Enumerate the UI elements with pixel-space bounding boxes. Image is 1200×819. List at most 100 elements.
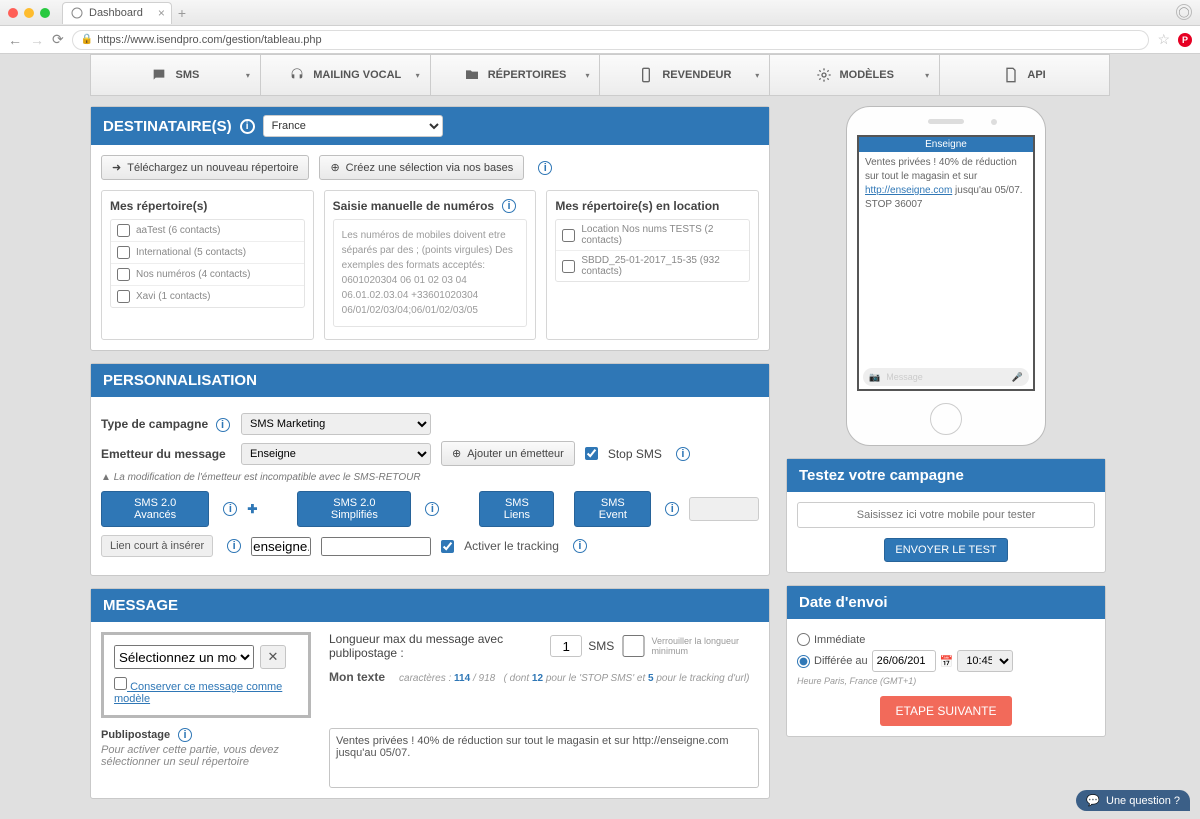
window-controls bbox=[8, 8, 50, 18]
info-icon[interactable]: i bbox=[538, 161, 552, 175]
phone-preview: Enseigne Ventes privées ! 40% de réducti… bbox=[846, 106, 1046, 446]
new-tab-button[interactable]: + bbox=[178, 5, 186, 21]
plus-icon[interactable]: ✚ bbox=[247, 502, 257, 516]
info-icon[interactable]: i bbox=[227, 539, 241, 553]
checkbox[interactable] bbox=[114, 677, 127, 690]
length-input[interactable] bbox=[550, 635, 582, 657]
nav-label: MODÈLES bbox=[840, 69, 894, 81]
lock-checkbox[interactable] bbox=[620, 635, 647, 657]
checkbox[interactable] bbox=[117, 290, 130, 303]
lien-input-2[interactable] bbox=[321, 537, 431, 556]
info-icon[interactable]: i bbox=[240, 119, 255, 134]
nav-reload-icon[interactable]: ⟳ bbox=[52, 31, 64, 48]
sms-body: Ventes privées ! 40% de réduction sur to… bbox=[859, 152, 1033, 216]
info-icon[interactable]: i bbox=[502, 199, 516, 213]
sms-liens-button[interactable]: SMS Liens bbox=[479, 491, 554, 527]
window-min-icon[interactable] bbox=[24, 8, 34, 18]
sms20-avances-button[interactable]: SMS 2.0 Avancés bbox=[101, 491, 209, 527]
nav-revendeur[interactable]: REVENDEUR ▾ bbox=[600, 54, 770, 96]
checkbox[interactable] bbox=[562, 229, 575, 242]
nav-label: RÉPERTOIRES bbox=[488, 69, 567, 81]
help-chat-button[interactable]: 💬 Une question ? bbox=[1076, 790, 1190, 811]
nav-modeles[interactable]: MODÈLES ▾ bbox=[770, 54, 940, 96]
window-max-icon[interactable] bbox=[40, 8, 50, 18]
stop-sms-checkbox[interactable] bbox=[585, 447, 598, 460]
event-field[interactable] bbox=[689, 497, 759, 521]
panel-destinataires: DESTINATAIRE(S) i France ➜ Téléchargez u… bbox=[90, 106, 770, 351]
phone-icon bbox=[638, 67, 654, 83]
tracking-checkbox[interactable] bbox=[441, 540, 454, 553]
checkbox[interactable] bbox=[562, 260, 575, 273]
caret-down-icon: ▾ bbox=[246, 71, 250, 80]
url-text: https://www.isendpro.com/gestion/tableau… bbox=[97, 34, 321, 46]
list-item[interactable]: SBDD_25-01-2017_15-35 (932 contacts) bbox=[556, 251, 749, 281]
url-field[interactable]: 🔒 https://www.isendpro.com/gestion/table… bbox=[72, 30, 1150, 50]
radio-differee[interactable] bbox=[797, 655, 810, 668]
info-icon[interactable]: i bbox=[573, 539, 587, 553]
clear-model-button[interactable]: ✕ bbox=[260, 645, 286, 669]
list-item[interactable]: International (5 contacts) bbox=[111, 242, 304, 264]
list-item[interactable]: Xavi (1 contacts) bbox=[111, 286, 304, 307]
nav-forward-icon[interactable]: → bbox=[30, 32, 44, 48]
next-step-button[interactable]: ETAPE SUIVANTE bbox=[880, 696, 1013, 726]
list-item[interactable]: aaTest (6 contacts) bbox=[111, 220, 304, 242]
browser-tab[interactable]: Dashboard × bbox=[62, 2, 172, 24]
checkbox[interactable] bbox=[117, 246, 130, 259]
info-icon[interactable]: i bbox=[676, 447, 690, 461]
nav-repertoires[interactable]: RÉPERTOIRES ▾ bbox=[431, 54, 601, 96]
nav-mailing-vocal[interactable]: MAILING VOCAL ▾ bbox=[261, 54, 431, 96]
nav-sms[interactable]: SMS ▾ bbox=[90, 54, 261, 96]
send-test-button[interactable]: ENVOYER LE TEST bbox=[884, 538, 1007, 562]
folder-icon bbox=[464, 67, 480, 83]
checkbox[interactable] bbox=[117, 224, 130, 237]
info-icon[interactable]: i bbox=[223, 502, 237, 516]
test-mobile-input[interactable] bbox=[797, 502, 1095, 528]
model-select[interactable]: Sélectionnez un modèle bbox=[114, 645, 254, 669]
list-item[interactable]: Location Nos nums TESTS (2 contacts) bbox=[556, 220, 749, 251]
sms20-simplifies-button[interactable]: SMS 2.0 Simplifiés bbox=[297, 491, 411, 527]
checkbox[interactable] bbox=[117, 268, 130, 281]
caret-down-icon: ▾ bbox=[585, 71, 589, 80]
list-item[interactable]: Nos numéros (4 contacts) bbox=[111, 264, 304, 286]
nav-label: SMS bbox=[175, 69, 199, 81]
box-location: Mes répertoire(s) en location Location N… bbox=[546, 190, 759, 340]
phone-home-button bbox=[930, 403, 962, 435]
date-input[interactable] bbox=[872, 650, 936, 672]
window-close-icon[interactable] bbox=[8, 8, 18, 18]
panel-title: PERSONNALISATION bbox=[103, 372, 257, 389]
nav-api[interactable]: API bbox=[940, 54, 1110, 96]
profile-icon[interactable]: ◯ bbox=[1176, 4, 1192, 20]
panel-title: DESTINATAIRE(S) bbox=[103, 118, 232, 135]
browser-address-bar: ← → ⟳ 🔒 https://www.isendpro.com/gestion… bbox=[0, 26, 1200, 54]
bookmark-star-icon[interactable]: ☆ bbox=[1157, 31, 1170, 48]
emetteur-select[interactable]: Enseigne bbox=[241, 443, 431, 465]
char-counter: caractères : 114 / 918 ( dont 12 pour le… bbox=[399, 673, 749, 684]
tab-title: Dashboard bbox=[89, 7, 143, 19]
sms-event-button[interactable]: SMS Event bbox=[574, 491, 651, 527]
lien-input[interactable] bbox=[251, 537, 311, 556]
phone-speaker-icon bbox=[928, 119, 964, 124]
phone-input-bar: 📷 Message 🎤 bbox=[863, 368, 1029, 386]
browser-tabstrip: Dashboard × + ◯ bbox=[0, 0, 1200, 26]
label-emetteur: Emetteur du message bbox=[101, 447, 231, 461]
panel-title: Date d'envoi bbox=[799, 594, 888, 611]
create-selection-button[interactable]: ⊕ Créez une sélection via nos bases bbox=[319, 155, 524, 180]
time-select[interactable]: 10:45 bbox=[957, 650, 1013, 672]
box-title: Saisie manuelle de numéros bbox=[333, 199, 494, 213]
tab-close-icon[interactable]: × bbox=[158, 6, 165, 20]
upload-repertoire-button[interactable]: ➜ Téléchargez un nouveau répertoire bbox=[101, 155, 309, 180]
document-icon bbox=[1003, 67, 1019, 83]
info-icon[interactable]: i bbox=[216, 418, 230, 432]
nav-back-icon[interactable]: ← bbox=[8, 32, 22, 48]
type-select[interactable]: SMS Marketing bbox=[241, 413, 431, 435]
message-textarea[interactable]: Ventes privées ! 40% de réduction sur to… bbox=[329, 728, 759, 788]
calendar-icon[interactable]: 📅 bbox=[940, 655, 954, 668]
add-emetteur-button[interactable]: ⊕Ajouter un émetteur bbox=[441, 441, 575, 466]
info-icon[interactable]: i bbox=[425, 502, 439, 516]
info-icon[interactable]: i bbox=[665, 502, 679, 516]
country-select[interactable]: France bbox=[263, 115, 443, 137]
save-model-link[interactable]: Conserver ce message comme modèle bbox=[114, 677, 298, 705]
info-icon[interactable]: i bbox=[178, 728, 192, 742]
pinterest-icon[interactable]: P bbox=[1178, 33, 1192, 47]
radio-immediate[interactable] bbox=[797, 633, 810, 646]
